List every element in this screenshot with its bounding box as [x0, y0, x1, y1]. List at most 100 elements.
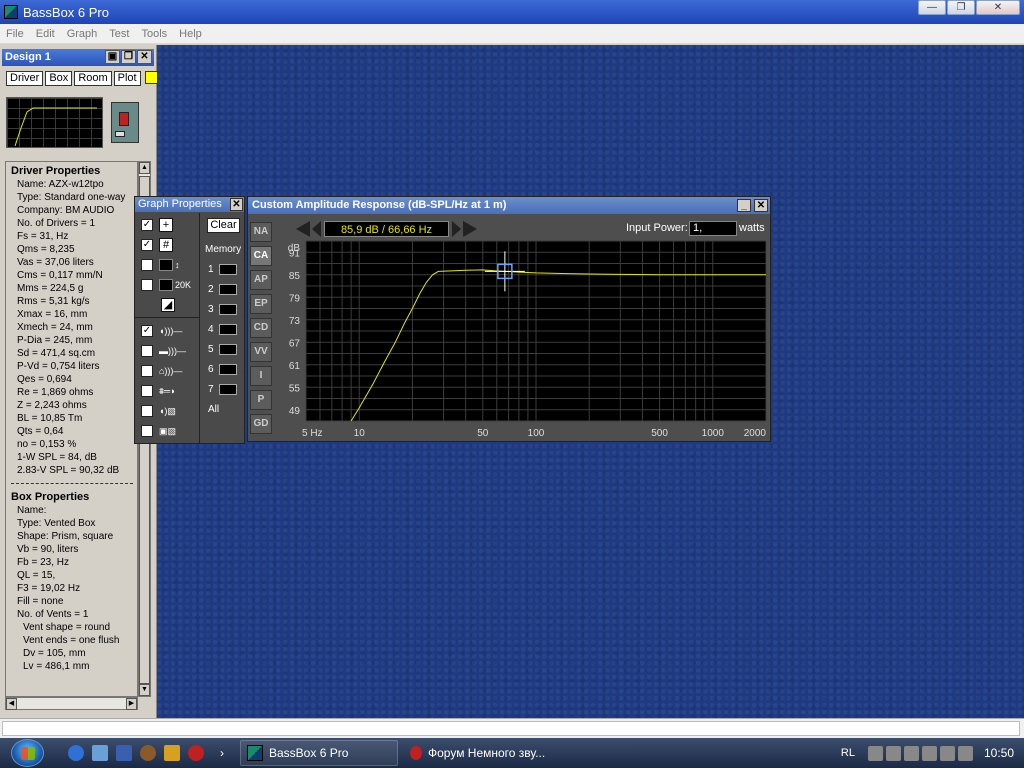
properties-horizontal-scrollbar[interactable]: ◀ ▶	[5, 697, 138, 710]
tray-update-icon[interactable]	[939, 745, 955, 761]
memory-slot[interactable]: 7	[208, 384, 237, 395]
utility-icon[interactable]	[164, 745, 180, 761]
clock: 10:50	[983, 746, 1014, 760]
design-close-icon[interactable]: ✕	[137, 50, 152, 64]
memory-slot-number: 4	[208, 324, 214, 335]
tray-volume-icon[interactable]	[921, 745, 937, 761]
tray-network-icon[interactable]	[867, 745, 883, 761]
cursor-checkbox[interactable]: ✓	[141, 219, 153, 231]
box-property-row: F3 = 19,02 Hz	[17, 583, 81, 594]
box-curve-checkbox[interactable]	[141, 345, 153, 357]
y-scale-checkbox[interactable]	[141, 259, 153, 271]
memory-slot[interactable]: 5	[208, 344, 237, 355]
memory-slot-box[interactable]	[218, 304, 237, 315]
memory-slot-box[interactable]	[218, 364, 237, 375]
taskbar-bassbox[interactable]: BassBox 6 Pro	[240, 740, 398, 766]
memory-slot-box[interactable]	[218, 264, 237, 275]
driver-graph-icon: ◖)▧	[159, 405, 176, 416]
scroll-left-arrow-icon[interactable]: ◀	[6, 698, 17, 710]
amplitude-response-chart[interactable]: dB91857973676155495 Hz 10 50 100 500 1000 2000	[248, 197, 770, 441]
box-property-row: Dv = 105, mm	[23, 648, 86, 659]
quicklaunch-expand-button[interactable]: ›	[214, 740, 234, 766]
taskbar-forum[interactable]: Форум Немного зву...	[404, 740, 564, 766]
box-sound-icon: ▬)))—	[159, 346, 186, 356]
menu-help[interactable]: Help	[173, 28, 208, 40]
room-curve-checkbox[interactable]	[141, 365, 153, 377]
memory-slot[interactable]: 2	[208, 284, 237, 295]
port-curve-checkbox[interactable]	[141, 425, 153, 437]
bassbox-app-icon	[247, 745, 263, 761]
title-bar: BassBox 6 Pro — ❐ ✕	[0, 0, 1024, 24]
scroll-right-arrow-icon[interactable]: ▶	[126, 698, 137, 710]
design-title-text: Design 1	[5, 51, 51, 63]
box-property-row: Type: Vented Box	[17, 518, 96, 529]
graph-properties-title: Graph Properties	[135, 197, 244, 212]
driver-property-row: Sd = 471,4 sq.cm	[17, 348, 96, 359]
mini-response-graph	[6, 97, 103, 148]
tray-safe-remove-icon[interactable]	[903, 745, 919, 761]
scroll-up-arrow-icon[interactable]: ▲	[139, 162, 150, 174]
memory-slot[interactable]: 3	[208, 304, 237, 315]
close-button[interactable]: ✕	[976, 0, 1020, 15]
scroll-down-arrow-icon[interactable]: ▼	[139, 684, 150, 696]
tab-box[interactable]: Box	[45, 71, 73, 86]
tray-tools-icon[interactable]	[885, 745, 901, 761]
copy-icon[interactable]: ❐	[121, 50, 136, 64]
window-title: BassBox 6 Pro	[23, 4, 109, 20]
show-desktop-icon[interactable]	[92, 745, 108, 761]
graph-properties-close-button[interactable]: ✕	[230, 198, 243, 211]
media-player-icon[interactable]	[140, 745, 156, 761]
box-property-row: Vent ends = one flush	[23, 635, 120, 646]
eq-curve-checkbox[interactable]	[141, 385, 153, 397]
plot-color-swatch[interactable]	[144, 71, 158, 84]
y-tick-label: 55	[289, 383, 301, 394]
memory-slot[interactable]: 6	[208, 364, 237, 375]
tab-plot[interactable]: Plot	[113, 71, 141, 86]
tab-room[interactable]: Room	[74, 71, 112, 86]
driver-property-row: Qms = 8,235	[17, 244, 75, 255]
memory-slot[interactable]: 1	[208, 264, 237, 275]
memory-slot-box[interactable]	[218, 384, 237, 395]
x-tick-label: 1000	[702, 428, 725, 439]
driver-curve-checkbox[interactable]	[141, 405, 153, 417]
driver-property-row: Cms = 0,117 mm/N	[17, 270, 103, 281]
save-disk-icon[interactable]	[116, 745, 132, 761]
x-range-checkbox[interactable]	[141, 279, 153, 291]
driver-properties-heading: Driver Properties	[11, 165, 101, 177]
opera-icon[interactable]	[188, 745, 204, 761]
memory-slot-box[interactable]	[218, 284, 237, 295]
memory-slot[interactable]: 4	[208, 324, 237, 335]
internet-explorer-icon[interactable]	[68, 745, 84, 761]
language-indicator[interactable]: RL	[841, 747, 855, 759]
taskbar-forum-label: Форум Немного зву...	[428, 746, 546, 760]
minimize-button[interactable]: —	[918, 0, 946, 15]
menu-test[interactable]: Test	[103, 28, 135, 40]
box-property-row: QL = 15,	[17, 570, 56, 581]
memory-slot-box[interactable]	[218, 324, 237, 335]
tray-app-icon[interactable]	[957, 745, 973, 761]
menu-file[interactable]: File	[0, 28, 30, 40]
clear-memory-button[interactable]: Clear	[207, 218, 240, 233]
memory-all-button[interactable]: All	[208, 404, 219, 415]
start-button[interactable]	[11, 739, 44, 767]
tab-driver[interactable]: Driver	[6, 71, 44, 86]
section-divider	[11, 483, 133, 484]
menu-graph[interactable]: Graph	[61, 28, 104, 40]
spl-curve-checkbox[interactable]: ✓	[141, 325, 153, 337]
range-label: 20K	[175, 280, 192, 290]
x-tick-label: 5 Hz	[302, 428, 323, 439]
y-tick-label: 79	[289, 293, 301, 304]
memory-label: Memory	[205, 244, 242, 255]
opera-app-icon	[410, 746, 422, 760]
memory-slot-box[interactable]	[218, 344, 237, 355]
menu-tools[interactable]: Tools	[135, 28, 173, 40]
menu-edit[interactable]: Edit	[30, 28, 61, 40]
graph-size-icon[interactable]: ◢	[161, 298, 179, 312]
grid-checkbox[interactable]: ✓	[141, 239, 153, 251]
save-icon[interactable]: ▣	[105, 50, 120, 64]
design-panel-title: Design 1 ▣ ❐ ✕	[2, 49, 154, 66]
driver-property-row: Type: Standard one-way	[17, 192, 126, 203]
maximize-button[interactable]: ❐	[947, 0, 975, 15]
speaker-sound-icon: ◖)))—	[159, 326, 183, 336]
driver-property-row: P-Dia = 245, mm	[17, 335, 93, 346]
